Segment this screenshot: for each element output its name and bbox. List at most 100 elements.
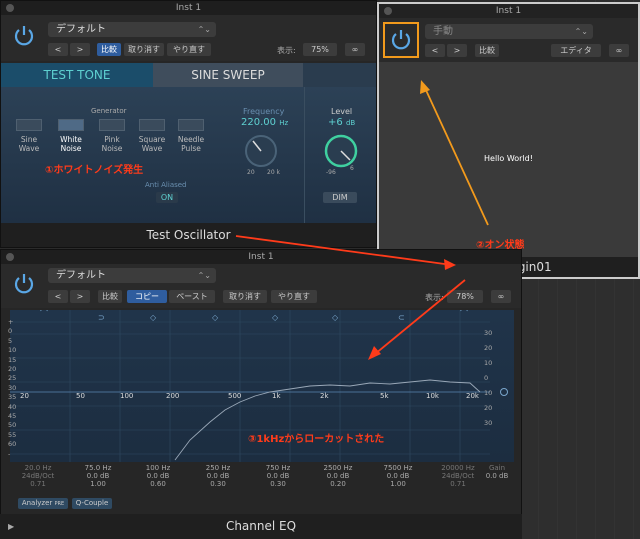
generator-label: Generator [91, 107, 127, 115]
level-unit: dB [345, 119, 356, 127]
prev-button[interactable]: < [425, 44, 445, 57]
power-icon[interactable] [11, 23, 37, 49]
analyzer-button[interactable]: Analyzer PRE [18, 498, 68, 509]
annotation-low-cut: ③1kHzからローカットされた [248, 434, 385, 445]
db-tick: 25 [8, 374, 17, 383]
db-tick: 0 [8, 327, 13, 336]
next-button[interactable]: > [70, 290, 90, 303]
window-title: Inst 1 [248, 252, 274, 262]
zoom-select[interactable]: 75% [303, 43, 337, 56]
gen-label-4b: Wave [141, 144, 163, 153]
eq-db-ticks: +0 5 10 15 20 25 30 35 40 45 50 55 60- [8, 318, 22, 459]
gen-label-4a: Square [138, 135, 166, 144]
band-gain: 0.0 dB [86, 472, 110, 480]
band-5[interactable]: 750 Hz 0.0 dB 0.30 [258, 464, 298, 488]
db-tick: 60 [8, 440, 17, 449]
next-button[interactable]: > [70, 43, 90, 56]
db-tick: 20 [8, 365, 17, 374]
gen-white-noise-button[interactable] [58, 119, 84, 131]
band-2[interactable]: 75.0 Hz 0.0 dB 1.00 [78, 464, 118, 488]
freq-tick: 20k [466, 392, 479, 400]
gain-tick: 10 [484, 359, 493, 367]
band-3[interactable]: 100 Hz 0.0 dB 0.60 [138, 464, 178, 488]
dim-button[interactable]: DIM [323, 192, 357, 203]
frequency-number: 220.00 [241, 117, 276, 128]
panel-divider [304, 87, 305, 223]
power-icon[interactable] [388, 27, 414, 53]
preset-select[interactable]: デフォルト ⌃⌄ [48, 22, 216, 37]
redo-button[interactable]: やり直す [271, 290, 317, 303]
svg-text:⌒: ⌒ [460, 310, 468, 318]
db-tick: + [8, 318, 14, 326]
q-couple-button[interactable]: Q-Couple [72, 498, 112, 509]
gain-tick: 10 [484, 389, 493, 397]
freq-tick: 2k [320, 392, 329, 400]
window-titlebar[interactable]: Inst 1 [1, 250, 521, 264]
prev-button[interactable]: < [48, 290, 68, 303]
prev-button[interactable]: < [48, 43, 68, 56]
gen-label-2b: Noise [60, 144, 82, 153]
test-oscillator-window: Inst 1 デフォルト ⌃⌄ < > 比較 取り消す やり直す 表示: 75% … [0, 0, 377, 248]
band-8[interactable]: 20000 Hz 24dB/Oct 0.71 [438, 464, 478, 488]
tab-sine-sweep[interactable]: SINE SWEEP [153, 63, 303, 87]
gain-readout[interactable]: Gain 0.0 dB [482, 464, 512, 480]
close-dot[interactable] [384, 7, 392, 15]
preset-select[interactable]: デフォルト ⌃⌄ [48, 268, 216, 283]
gen-needle-button[interactable] [178, 119, 204, 131]
compare-button[interactable]: 比較 [475, 44, 499, 57]
band-4[interactable]: 250 Hz 0.0 dB 0.30 [198, 464, 238, 488]
gain-tick: 0 [484, 374, 489, 382]
zoom-select[interactable]: 78% [447, 290, 483, 303]
band-q: 0.60 [150, 480, 166, 488]
link-icon[interactable]: ∞ [345, 43, 365, 56]
preset-value: デフォルト [56, 270, 106, 281]
anti-aliased-toggle[interactable]: ON [156, 192, 178, 203]
band-6[interactable]: 2500 Hz 0.0 dB 0.20 [318, 464, 358, 488]
close-dot[interactable] [6, 4, 14, 12]
tab-test-tone[interactable]: TEST TONE [1, 63, 153, 87]
compare-button[interactable]: 比較 [98, 290, 122, 303]
compare-button[interactable]: 比較 [97, 43, 121, 56]
gen-pink-noise-button[interactable] [99, 119, 125, 131]
svg-text:⌒: ⌒ [40, 310, 48, 318]
copy-button[interactable]: コピー [127, 290, 167, 303]
level-max-label: 6 [350, 165, 354, 172]
link-icon[interactable]: ∞ [609, 44, 629, 57]
freq-tick: 100 [120, 392, 134, 400]
gain-slider-handle[interactable] [500, 388, 508, 396]
paste-button[interactable]: ペースト [169, 290, 215, 303]
undo-button[interactable]: 取り消す [124, 43, 164, 56]
svg-text:◇: ◇ [150, 313, 157, 322]
level-label: Level [331, 107, 353, 116]
band-freq: 750 Hz [265, 464, 291, 472]
gain-tick: 30 [484, 419, 493, 427]
level-knob[interactable] [321, 131, 361, 171]
window-titlebar[interactable]: Inst 1 [1, 1, 376, 15]
power-icon[interactable] [11, 271, 37, 297]
next-button[interactable]: > [447, 44, 467, 57]
gen-square-button[interactable] [139, 119, 165, 131]
redo-button[interactable]: やり直す [167, 43, 211, 56]
frequency-knob[interactable] [241, 131, 281, 171]
undo-button[interactable]: 取り消す [223, 290, 267, 303]
chevron-down-icon: ⌃⌄ [574, 27, 588, 36]
band-freq: 20.0 Hz [24, 464, 52, 472]
band-7[interactable]: 7500 Hz 0.0 dB 1.00 [378, 464, 418, 488]
gain-value: 0.0 dB [485, 472, 509, 480]
plugin-header: 手動 ⌃⌄ < > 比較 エディタ ∞ [379, 18, 638, 62]
db-tick: 50 [8, 421, 17, 430]
window-titlebar[interactable]: Inst 1 [379, 4, 638, 18]
expand-icon[interactable]: ▶ [8, 514, 14, 539]
preset-select[interactable]: 手動 ⌃⌄ [425, 24, 593, 39]
editor-select[interactable]: エディタ [551, 44, 601, 57]
gen-sine-button[interactable] [16, 119, 42, 131]
oscillator-tabs: TEST TONE SINE SWEEP [1, 63, 376, 87]
band-freq: 7500 Hz [383, 464, 413, 472]
freq-tick: 200 [166, 392, 180, 400]
band-1[interactable]: 20.0 Hz 24dB/Oct 0.71 [18, 464, 58, 488]
freq-tick: 1k [272, 392, 281, 400]
band-q: 1.00 [90, 480, 106, 488]
link-icon[interactable]: ∞ [491, 290, 511, 303]
oscillator-footer: Test Oscillator [1, 223, 376, 247]
close-dot[interactable] [6, 253, 14, 261]
